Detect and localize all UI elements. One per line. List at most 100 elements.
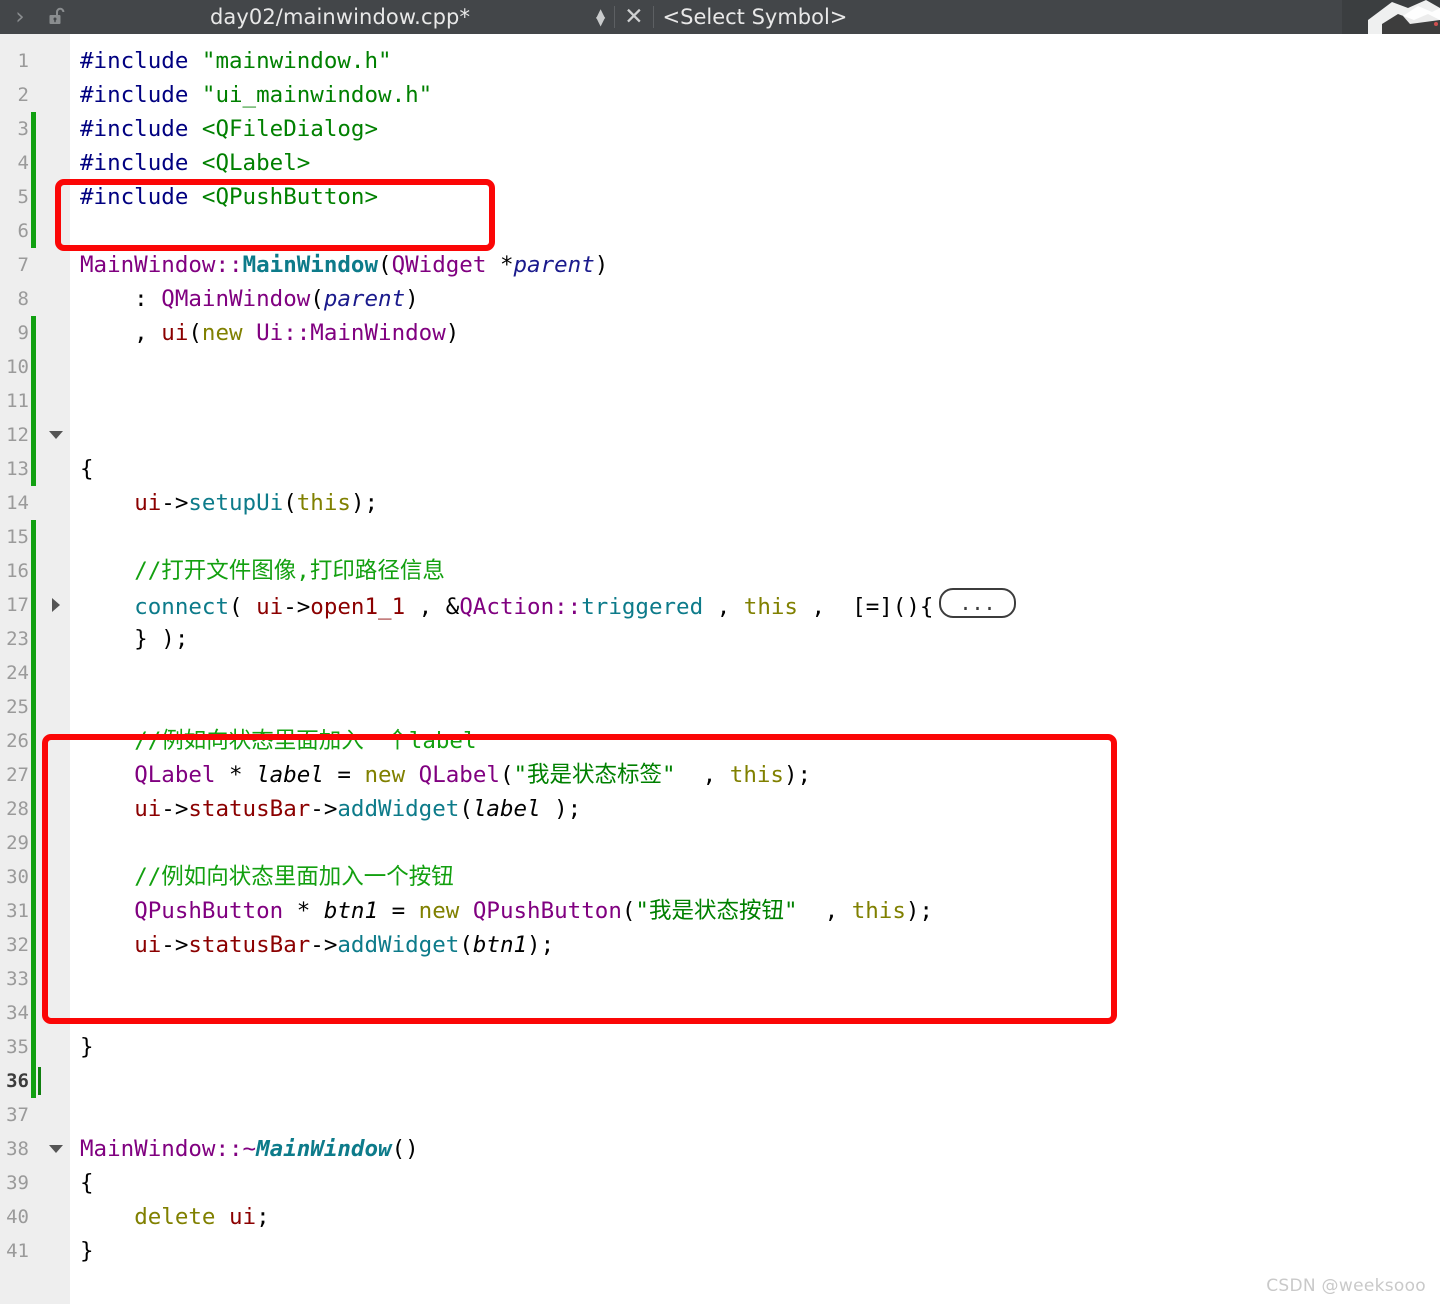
- file-title-wrap[interactable]: day02/mainwindow.cpp*: [76, 5, 596, 29]
- code-text: delete ui;: [134, 1204, 270, 1230]
- change-marker: [31, 622, 36, 656]
- code-line[interactable]: 35}: [0, 1030, 1440, 1064]
- code-line[interactable]: 28 ui->statusBar->addWidget(label );: [0, 792, 1440, 826]
- change-marker: [31, 180, 36, 214]
- line-number: 6: [17, 220, 29, 242]
- change-marker: [31, 690, 36, 724]
- change-marker: [31, 656, 36, 690]
- code-line[interactable]: 39 {: [0, 1166, 1440, 1200]
- chevron-right-icon[interactable]: ›: [0, 5, 40, 29]
- code-text: MainWindow::~MainWindow(): [80, 1136, 419, 1162]
- code-line[interactable]: 5 #include <QPushButton>: [0, 180, 1440, 214]
- change-marker: [31, 724, 36, 758]
- fold-expanded-icon[interactable]: [46, 418, 66, 452]
- code-text: connect( ui->open1_1 , &QAction::trigger…: [80, 588, 1016, 622]
- app-logo: [1342, 0, 1440, 34]
- code-text: QLabel * label = new QLabel("我是状态标签" , t…: [134, 762, 812, 788]
- change-marker: [31, 418, 36, 452]
- code-line[interactable]: 33: [0, 962, 1440, 996]
- code-text: ui->setupUi(this);: [134, 490, 379, 516]
- code-line[interactable]: 36: [0, 1064, 1440, 1098]
- change-marker: [31, 384, 36, 418]
- line-number: 26: [6, 730, 29, 752]
- code-line[interactable]: 38 MainWindow::~MainWindow(): [0, 1132, 1440, 1166]
- change-marker: [31, 962, 36, 996]
- code-line[interactable]: 8 : QMainWindow(parent): [0, 282, 1440, 316]
- line-number: 8: [17, 288, 29, 310]
- code-editor[interactable]: 1 #include "mainwindow.h" 2 #include "ui_ma…: [0, 34, 1440, 1304]
- code-line[interactable]: 23 } );: [0, 622, 1440, 656]
- change-marker: [31, 214, 36, 248]
- code-line[interactable]: 13 {: [0, 452, 1440, 486]
- code-line[interactable]: 11: [0, 384, 1440, 418]
- file-title: day02/mainwindow.cpp*: [209, 5, 471, 29]
- code-line[interactable]: 10: [0, 350, 1440, 384]
- line-number: 5: [17, 186, 29, 208]
- line-number: 40: [6, 1206, 29, 1228]
- select-symbol-dropdown[interactable]: <Select Symbol>: [663, 5, 848, 29]
- fold-collapsed-icon[interactable]: [46, 588, 66, 622]
- code-text: //例如向状态里面加入一个按钮: [134, 864, 454, 890]
- line-number: 29: [6, 832, 29, 854]
- code-line[interactable]: 12: [0, 418, 1440, 452]
- code-line[interactable]: 30 //例如向状态里面加入一个按钮: [0, 860, 1440, 894]
- code-line[interactable]: 17 connect( ui->open1_1 , &QAction::trig…: [0, 588, 1440, 622]
- code-text: }: [80, 1034, 94, 1060]
- line-number: 34: [6, 1002, 29, 1024]
- code-text: : QMainWindow(parent): [80, 286, 419, 312]
- editor-titlebar: › day02/mainwindow.cpp* ▲ ▼ ✕ <Select Sy…: [0, 0, 1440, 34]
- triangle-glyph: [49, 431, 63, 439]
- code-text: ui->statusBar->addWidget(btn1);: [134, 932, 555, 958]
- stepper-down-icon[interactable]: ▼: [596, 15, 605, 27]
- line-number: 31: [6, 900, 29, 922]
- code-line[interactable]: 32 ui->statusBar->addWidget(btn1);: [0, 928, 1440, 962]
- code-text: #include "ui_mainwindow.h": [80, 82, 433, 108]
- code-line[interactable]: 34: [0, 996, 1440, 1030]
- fold-expanded-icon[interactable]: [46, 1132, 66, 1166]
- code-line[interactable]: 1 #include "mainwindow.h": [0, 44, 1440, 78]
- code-text: #include <QFileDialog>: [80, 116, 379, 142]
- change-marker: [31, 350, 36, 384]
- code-line[interactable]: 6: [0, 214, 1440, 248]
- code-line[interactable]: 7 MainWindow::MainWindow(QWidget *parent): [0, 248, 1440, 282]
- code-text: MainWindow::MainWindow(QWidget *parent): [80, 252, 609, 278]
- code-lines[interactable]: 1 #include "mainwindow.h" 2 #include "ui_ma…: [0, 34, 1440, 1304]
- line-number: 28: [6, 798, 29, 820]
- file-stepper[interactable]: ▲ ▼: [596, 7, 605, 27]
- unlocked-padlock-icon[interactable]: [40, 5, 76, 29]
- code-text: //例如向状态里面加入一个label: [134, 728, 477, 754]
- code-line[interactable]: 26 //例如向状态里面加入一个label: [0, 724, 1440, 758]
- change-marker: [31, 1064, 36, 1098]
- line-number: 2: [17, 84, 29, 106]
- code-line[interactable]: 4 #include <QLabel>: [0, 146, 1440, 180]
- code-line[interactable]: 3 #include <QFileDialog>: [0, 112, 1440, 146]
- code-line[interactable]: 9 , ui(new Ui::MainWindow): [0, 316, 1440, 350]
- code-line[interactable]: 40 delete ui;: [0, 1200, 1440, 1234]
- code-line[interactable]: 31 QPushButton * btn1 = new QPushButton(…: [0, 894, 1440, 928]
- code-line[interactable]: 24: [0, 656, 1440, 690]
- code-line[interactable]: 14 ui->setupUi(this);: [0, 486, 1440, 520]
- change-marker: [31, 860, 36, 894]
- code-line[interactable]: 25: [0, 690, 1440, 724]
- code-line[interactable]: 27 QLabel * label = new QLabel("我是状态标签" …: [0, 758, 1440, 792]
- line-number: 23: [6, 628, 29, 650]
- line-number: 36: [6, 1070, 29, 1092]
- code-text: } );: [80, 626, 189, 652]
- code-line[interactable]: 29: [0, 826, 1440, 860]
- code-text: #include <QPushButton>: [80, 184, 379, 210]
- code-line[interactable]: 37: [0, 1098, 1440, 1132]
- code-line[interactable]: 2 #include "ui_mainwindow.h": [0, 78, 1440, 112]
- code-line[interactable]: 15: [0, 520, 1440, 554]
- code-text: #include <QLabel>: [80, 150, 311, 176]
- change-marker: [31, 826, 36, 860]
- change-marker: [31, 520, 36, 554]
- close-icon[interactable]: ✕: [624, 5, 643, 29]
- titlebar-divider-2: [652, 6, 654, 28]
- code-line[interactable]: 16 //打开文件图像,打印路径信息: [0, 554, 1440, 588]
- line-number: 32: [6, 934, 29, 956]
- code-line[interactable]: 41}: [0, 1234, 1440, 1268]
- line-number: 9: [17, 322, 29, 344]
- code-text: QPushButton * btn1 = new QPushButton("我是…: [134, 898, 933, 924]
- code-text: {: [80, 1170, 94, 1196]
- code-text: ui->statusBar->addWidget(label );: [134, 796, 582, 822]
